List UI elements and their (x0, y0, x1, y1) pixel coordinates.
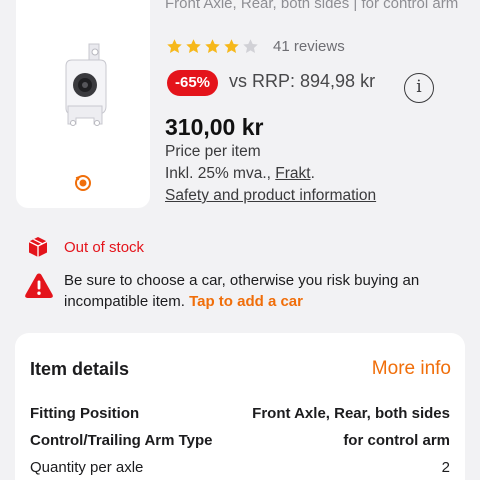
stock-status-text: Out of stock (64, 238, 145, 256)
reviews-count[interactable]: 41 reviews (273, 38, 345, 55)
spec-label: Quantity per axle (30, 459, 144, 476)
more-info-link[interactable]: More info (372, 358, 451, 380)
product-subtitle: Front Axle, Rear, both sides | for contr… (165, 0, 459, 12)
spec-label: Control/Trailing Arm Type (30, 432, 213, 449)
shipping-link[interactable]: Frakt (275, 165, 310, 182)
safety-info-link[interactable]: Safety and product information (165, 187, 376, 205)
360-view-icon[interactable] (73, 173, 93, 193)
info-icon[interactable]: i (404, 73, 434, 103)
star-filled-icon (167, 39, 182, 54)
spec-value: 2 (441, 459, 450, 476)
rating[interactable]: 41 reviews (166, 38, 345, 55)
star-rating (166, 38, 259, 55)
star-filled-icon (224, 39, 239, 54)
item-details-card: Item details More info Fitting Position … (15, 333, 465, 480)
discount-badge: -65% (167, 70, 219, 96)
rrp-price: vs RRP: 894,98 kr (229, 71, 376, 91)
spec-value: for control arm (343, 432, 450, 449)
spec-value: Front Axle, Rear, both sides (252, 405, 450, 422)
star-filled-icon (205, 39, 220, 54)
price-label: Price per item (165, 143, 261, 160)
price: 310,00 kr (165, 114, 264, 140)
spec-row: Quantity per axle 2 (30, 459, 450, 476)
product-image (65, 43, 107, 126)
warning-message: Be sure to choose a car, otherwise you r… (64, 270, 464, 312)
warning-icon (25, 273, 53, 298)
spec-row: Fitting Position Front Axle, Rear, both … (30, 405, 450, 422)
box-icon (28, 237, 48, 257)
star-filled-icon (186, 39, 201, 54)
vat-text: Inkl. 25% mva., (165, 165, 276, 182)
add-car-link[interactable]: Tap to add a car (189, 293, 303, 310)
item-details-title: Item details (30, 359, 130, 379)
spec-label: Fitting Position (30, 405, 140, 422)
vat-info: Inkl. 25% mva., Frakt. (165, 165, 315, 183)
star-empty-icon (243, 39, 258, 54)
spec-row: Control/Trailing Arm Type for control ar… (30, 432, 450, 449)
vat-suffix: . (310, 165, 315, 182)
product-image-card[interactable] (16, 0, 150, 208)
stock-status: Out of stock (27, 236, 144, 258)
